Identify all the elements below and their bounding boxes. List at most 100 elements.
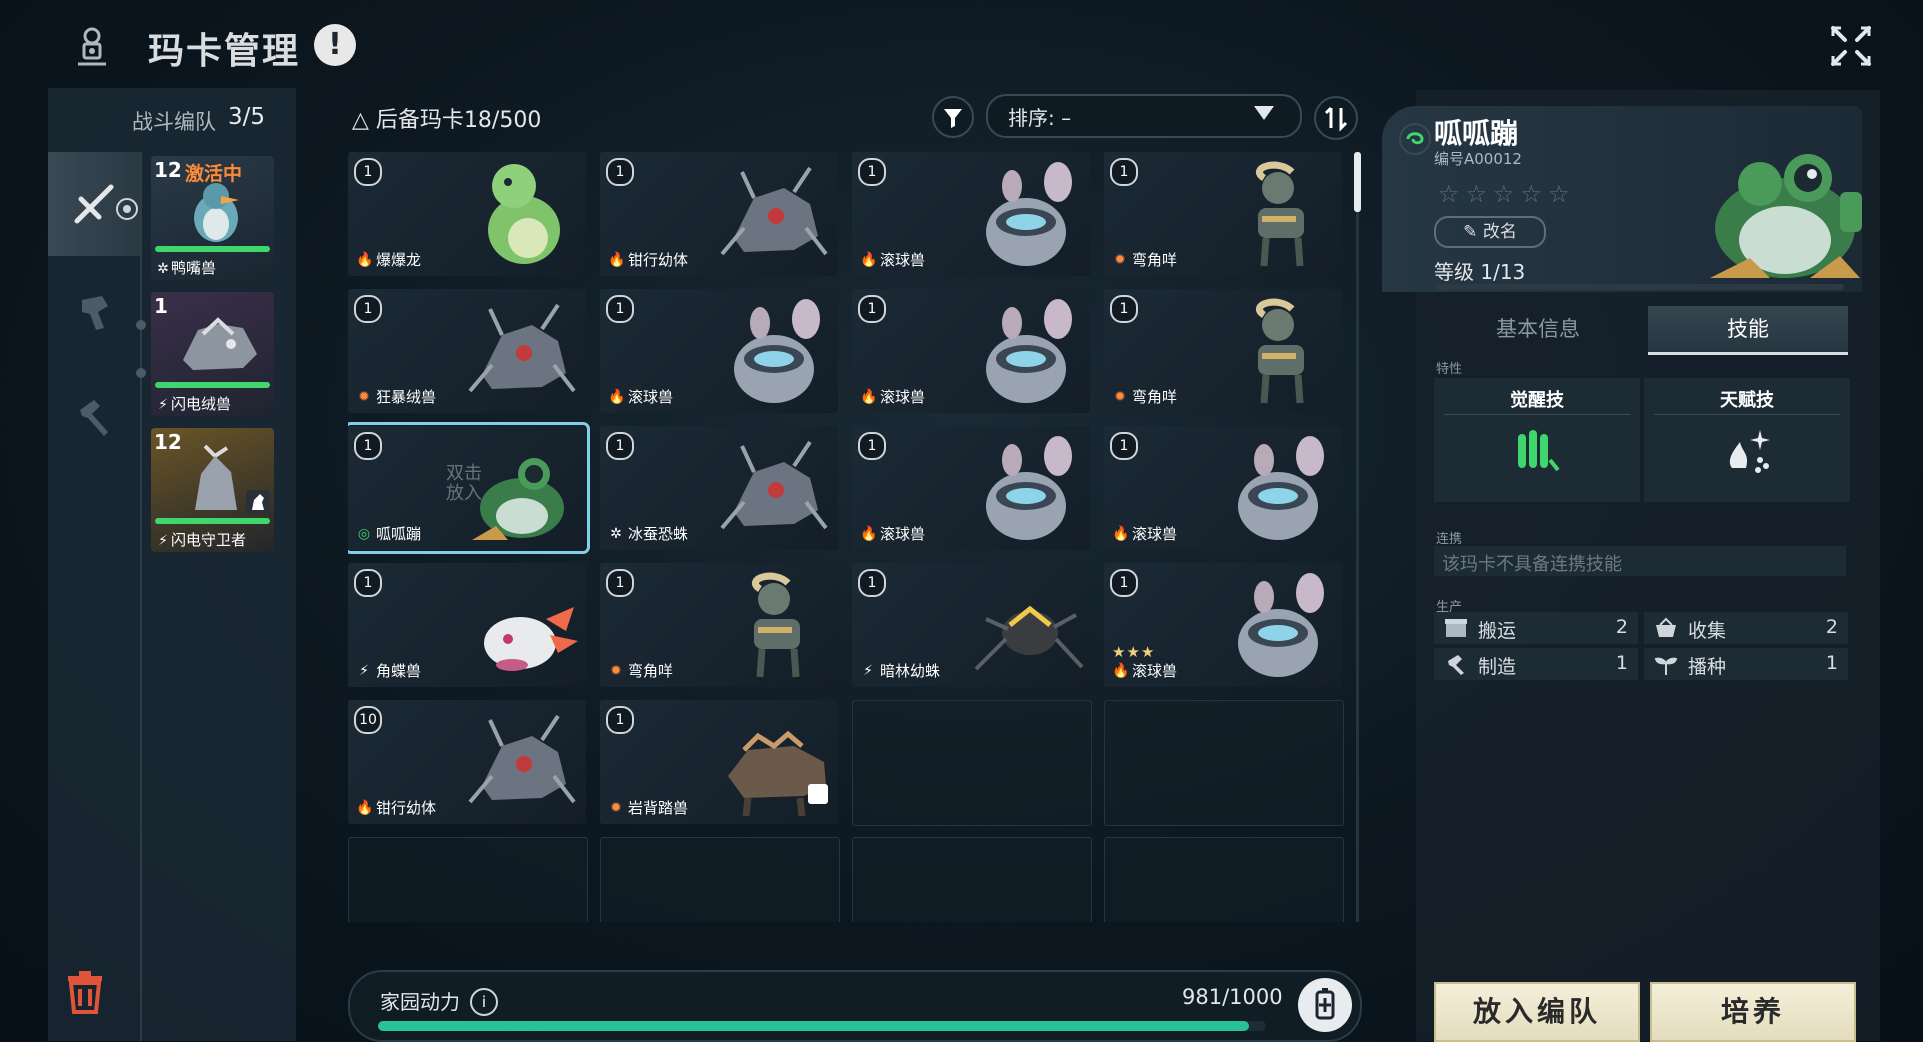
fire-element-icon: 🔥 [860,525,878,542]
card-name: 狂暴绒兽 [376,388,437,406]
mouse-creature-icon [1238,436,1324,540]
creature-card[interactable]: 1 ★★★ 🔥 滚球兽 [1104,563,1342,687]
card-name: 角蝶兽 [376,662,422,680]
fire-element-icon: 🔥 [860,251,878,268]
fire-element-icon: 🔥 [356,799,374,816]
card-name: 滚球兽 [880,251,926,269]
creature-card[interactable]: 1 🔥 钳行幼体 [600,152,838,276]
card-name: 冰蚕恐蛛 [628,525,689,543]
creature-card[interactable]: 1 🔥 滚球兽 [852,426,1090,550]
talent-skill-box[interactable]: 天赋技 [1644,378,1850,502]
guardian-creature-icon [195,444,237,510]
creature-card[interactable]: 1 ✲ 冰蚕恐蛛 [600,426,838,550]
card-name: 弯角咩 [1132,251,1178,269]
creature-name: 呱呱蹦 [1434,117,1519,150]
creature-card[interactable]: 1 双击放入 ◎ 呱呱蹦 [348,422,590,554]
info-icon[interactable]: i [470,988,498,1016]
link-skill-text: 该玛卡不具备连携技能 [1442,554,1622,575]
trash-icon[interactable] [62,968,108,1014]
talent-skill-title: 天赋技 [1720,390,1774,411]
member-name: 鸭嘴兽 [171,259,217,277]
box-icon [1445,619,1467,637]
creature-card[interactable]: 1 ⚡ 角蝶兽 [348,563,586,687]
spider-creature-icon [974,605,1084,671]
card-name: 弯角咩 [1132,388,1178,406]
reserve-label: △ 后备玛卡18/500 [352,108,542,133]
card-level: 1 [1110,569,1138,597]
creature-card[interactable]: 1 ✹ 弯角咩 [600,563,838,687]
creature-card[interactable]: 1 ✹ 弯角咩 [1104,152,1342,276]
card-stars: ★★★ [1112,643,1156,661]
target-icon[interactable] [114,196,140,222]
info-alert-button[interactable]: ! [314,24,356,66]
card-level: 1 [1110,295,1138,323]
card-name: 钳行幼体 [376,799,437,817]
scrollbar-thumb[interactable] [1354,152,1361,212]
mech-spider-creature-icon [720,440,828,530]
star-rating: ☆☆☆☆☆ [1438,180,1576,208]
empty-slot [348,837,588,922]
member-level: 1 [154,294,168,318]
card-label: 🔥 滚球兽 [860,386,925,407]
creature-card[interactable]: 1 ✹ 岩背踏兽 [600,700,838,824]
creature-card[interactable]: 1 🔥 滚球兽 [852,289,1090,413]
close-icon[interactable] [1827,22,1875,70]
awaken-skill-icon [1518,430,1560,472]
card-level: 1 [354,432,382,460]
team-label: 战斗编队 [132,110,216,134]
add-to-team-button[interactable]: 放入编队 [1434,982,1640,1042]
sort-order-button[interactable] [1314,96,1358,140]
battery-icon [1315,988,1335,1020]
card-label: ⚡ 角蝶兽 [356,660,421,681]
creature-card[interactable]: 1 🔥 滚球兽 [600,289,838,413]
card-label: ✹ 岩背踏兽 [608,797,688,818]
mech-spider-creature-icon [720,166,828,256]
creature-card[interactable]: 1 🔥 滚球兽 [1104,426,1342,550]
card-name: 呱呱蹦 [376,525,422,543]
awaken-skill-box[interactable]: 觉醒技 [1434,378,1640,502]
fire-element-icon: 🔥 [356,251,374,268]
production-item: 搬运 2 [1434,612,1638,644]
empty-slot [600,837,840,922]
page-title: 玛卡管理 [148,31,301,72]
card-level: 1 [606,432,634,460]
rename-button[interactable]: ✎ 改名 [1434,216,1546,248]
power-boost-button[interactable] [1298,978,1352,1032]
creature-card[interactable]: 1 🔥 爆爆龙 [348,152,586,276]
creature-card[interactable]: 1 ✹ 狂暴绒兽 [348,289,586,413]
member-name: 闪电守卫者 [171,531,247,549]
trait-section-label: 特性 [1436,362,1463,377]
hammer-icon [80,400,108,436]
chevron-down-icon [1254,106,1274,120]
axe-icon [82,296,108,330]
team-member-card[interactable]: 1 ⚡ 闪电绒兽 [151,292,274,416]
creature-card[interactable]: 1 ⚡ 暗林幼蛛 [852,563,1090,687]
tab-skills[interactable]: 技能 [1648,306,1848,355]
horse-badge-icon [246,490,270,514]
scrollbar-track[interactable] [1356,152,1359,922]
tab-basic-info[interactable]: 基本信息 [1438,306,1638,352]
home-power-fill [378,1021,1249,1031]
electric-element-icon: ⚡ [863,662,873,679]
filter-button[interactable] [932,96,974,138]
ice-element-icon: ✲ [610,525,622,542]
team-member-card[interactable]: 12 ⚡ 闪电守卫者 [151,428,274,552]
card-level: 1 [606,295,634,323]
member-hp-bar [155,382,270,388]
card-name: 爆爆龙 [376,251,422,269]
card-level: 1 [606,569,634,597]
card-level: 1 [354,158,382,186]
card-name: 滚球兽 [628,388,674,406]
production-item: 制造 1 [1434,648,1638,680]
tab-work[interactable] [48,260,140,364]
sort-label: 排序: – [1008,106,1072,130]
train-button[interactable]: 培养 [1650,982,1856,1042]
tab-build[interactable] [48,364,140,468]
creature-card[interactable]: 10 🔥 钳行幼体 [348,700,586,824]
team-member-card[interactable]: 12 激活中 ✲ 鸭嘴兽 [151,156,274,280]
creature-card[interactable]: 1 ✹ 弯角咩 [1104,289,1342,413]
creature-card[interactable]: 1 🔥 滚球兽 [852,152,1090,276]
card-label: ⚡ 暗林幼蛛 [860,660,940,681]
card-level: 10 [354,706,382,734]
card-label: 🔥 滚球兽 [608,386,673,407]
